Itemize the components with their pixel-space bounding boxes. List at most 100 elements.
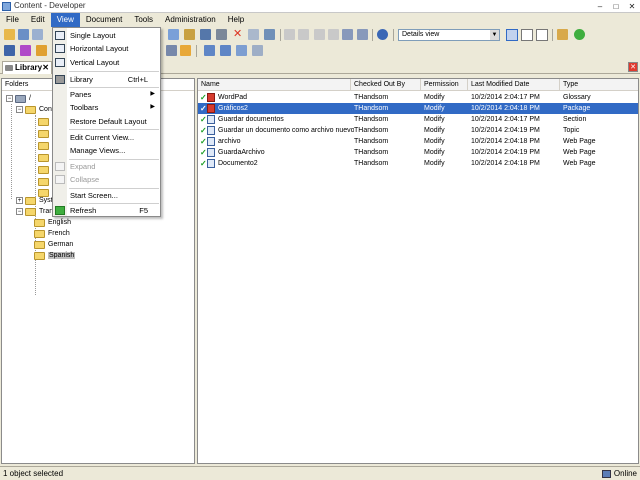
tree-item[interactable] [38, 152, 52, 163]
collapse-icon[interactable]: − [16, 208, 23, 215]
paste-icon[interactable] [184, 29, 195, 40]
menu-item-edit-current-view[interactable]: Edit Current View... [53, 131, 160, 144]
tree-root[interactable]: − / [6, 93, 31, 104]
folder-icon [34, 218, 45, 227]
table-row[interactable]: ✓ Guardar un documento como archivo nuev… [198, 125, 638, 136]
menu-item-vertical-layout[interactable]: Vertical Layout [53, 56, 160, 69]
column-name[interactable]: Name [198, 79, 351, 91]
folder-icon [38, 165, 49, 174]
tree-item[interactable] [38, 128, 52, 139]
collapse-icon[interactable]: − [16, 106, 23, 113]
save-all-icon[interactable] [32, 29, 43, 40]
publish-icon[interactable] [36, 45, 47, 56]
expand-icon [55, 162, 65, 171]
table-row[interactable]: ✓ Guardar documentos THandsom Modify 10/… [198, 114, 638, 125]
column-checked-out-by[interactable]: Checked Out By [351, 79, 421, 91]
tree-item-english[interactable]: English [34, 217, 71, 228]
print-icon[interactable] [216, 29, 227, 40]
connection-status: Online [601, 469, 637, 478]
menu-item-manage-views[interactable]: Manage Views... [53, 144, 160, 157]
undo-icon[interactable] [284, 29, 295, 40]
minimize-button[interactable]: – [592, 0, 608, 13]
column-permission[interactable]: Permission [421, 79, 468, 91]
web-page-icon [207, 148, 215, 157]
export-icon[interactable] [220, 45, 231, 56]
tree-item-system[interactable]: + Syst [16, 195, 53, 206]
list-view-toggle[interactable] [521, 29, 533, 41]
close-tab-icon[interactable]: ✕ [42, 62, 49, 74]
menu-view[interactable]: View [50, 13, 80, 27]
folder-icon [34, 229, 45, 238]
checkmark-icon: ✓ [200, 126, 207, 135]
tree-item[interactable] [38, 140, 52, 151]
tab-library[interactable]: Library ✕ [2, 61, 52, 74]
tree-item[interactable] [38, 116, 52, 127]
delete-icon[interactable]: ✕ [233, 29, 244, 40]
maximize-button[interactable]: □ [608, 0, 624, 13]
checkout-icon[interactable] [4, 45, 15, 56]
redo-icon[interactable] [298, 29, 309, 40]
menu-item-library[interactable]: Library Ctrl+L [53, 73, 160, 86]
tree-item-spanish[interactable]: Spanish [34, 250, 76, 261]
folder-icon [38, 129, 49, 138]
menu-item-toolbars[interactable]: Toolbars ▶ [53, 101, 160, 114]
menu-help[interactable]: Help [222, 13, 250, 27]
menu-file[interactable]: File [0, 13, 25, 27]
menu-document[interactable]: Document [80, 13, 128, 27]
tree-item[interactable] [38, 176, 52, 187]
link-icon[interactable] [236, 45, 247, 56]
copy-icon[interactable] [168, 29, 179, 40]
tree-item-content[interactable]: − Cont [16, 104, 54, 115]
menu-item-horizontal-layout[interactable]: Horizontal Layout [53, 42, 160, 55]
menu-item-single-layout[interactable]: Single Layout [53, 29, 160, 42]
find-icon[interactable] [264, 29, 275, 40]
table-row[interactable]: ✓ Gráficos2 THandsom Modify 10/2/2014 2:… [198, 103, 638, 114]
tree-item-german[interactable]: German [34, 239, 73, 250]
menu-administration[interactable]: Administration [159, 13, 222, 27]
menu-item-restore-default-layout[interactable]: Restore Default Layout [53, 115, 160, 128]
column-last-modified[interactable]: Last Modified Date [468, 79, 560, 91]
menu-item-start-screen[interactable]: Start Screen... [53, 189, 160, 202]
icon-view-toggle[interactable] [536, 29, 548, 41]
binoculars-icon[interactable] [342, 29, 353, 40]
import-icon[interactable] [204, 45, 215, 56]
outdent-icon[interactable] [328, 29, 339, 40]
menu-item-panes[interactable]: Panes ▶ [53, 88, 160, 101]
cut-icon[interactable] [200, 29, 211, 40]
expand-icon[interactable]: + [16, 197, 23, 204]
library-icon [55, 75, 65, 84]
view-select[interactable]: Details view ▼ [398, 29, 500, 41]
save-icon[interactable] [18, 29, 29, 40]
open-icon[interactable] [4, 29, 15, 40]
refresh-icon[interactable] [574, 29, 585, 40]
collapse-icon[interactable]: − [6, 95, 13, 102]
table-row[interactable]: ✓ archivo THandsom Modify 10/2/2014 2:04… [198, 136, 638, 147]
folder-up-icon[interactable] [557, 29, 568, 40]
properties-icon[interactable] [248, 29, 259, 40]
menu-edit[interactable]: Edit [25, 13, 51, 27]
table-row[interactable]: ✓ WordPad THandsom Modify 10/2/2014 2:04… [198, 92, 638, 103]
table-row[interactable]: ✓ GuardaArchivo THandsom Modify 10/2/201… [198, 147, 638, 158]
menu-item-collapse: Collapse [53, 173, 160, 186]
close-panel-icon[interactable]: ✕ [628, 62, 638, 72]
replace-icon[interactable] [357, 29, 368, 40]
close-button[interactable]: ✕ [624, 0, 640, 13]
help-icon[interactable] [377, 29, 388, 40]
vertical-layout-icon [55, 58, 65, 67]
tree-item-french[interactable]: French [34, 228, 70, 239]
menu-tools[interactable]: Tools [128, 13, 159, 27]
indent-icon[interactable] [314, 29, 325, 40]
tree-item[interactable] [38, 164, 52, 175]
refresh-icon [55, 206, 65, 215]
report-icon[interactable] [252, 45, 263, 56]
menu-item-refresh[interactable]: Refresh F5 [53, 204, 160, 217]
column-type[interactable]: Type [560, 79, 638, 91]
menu-bar: File Edit View Document Tools Administra… [0, 13, 640, 27]
table-row[interactable]: ✓ Documento2 THandsom Modify 10/2/2014 2… [198, 158, 638, 169]
checkin-icon[interactable] [20, 45, 31, 56]
details-view-toggle[interactable] [506, 29, 518, 41]
single-layout-icon [55, 31, 65, 40]
translate-icon[interactable] [180, 45, 191, 56]
tree-item-translations[interactable]: − Tran [16, 206, 53, 217]
workflow-icon[interactable] [166, 45, 177, 56]
